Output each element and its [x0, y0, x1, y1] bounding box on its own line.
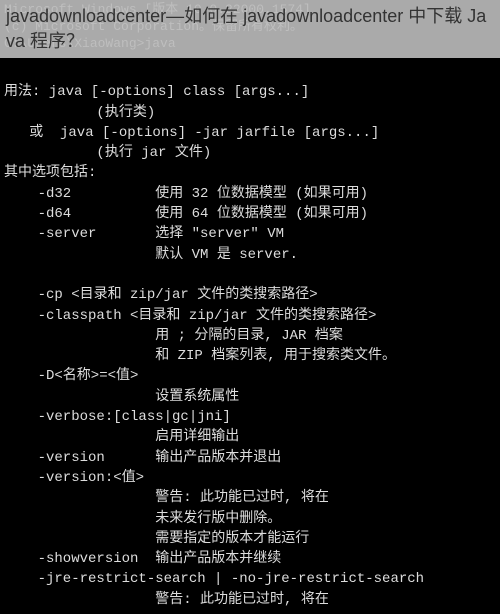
page-title: javadownloadcenter—如何在 javadownloadcente… [6, 6, 486, 51]
java-usage-line: 其中选项包括: [4, 165, 96, 181]
java-option-showversion: -showversion 输出产品版本并继续 [4, 551, 281, 567]
java-option-warning: 未来发行版中删除。 [4, 511, 281, 527]
java-usage-line: 用法: java [-options] class [args...] [4, 84, 309, 100]
terminal-output[interactable]: 用法: java [-options] class [args...] (执行类… [0, 0, 500, 614]
java-option-classpath-desc: 用 ; 分隔的目录, JAR 档案 [4, 328, 343, 344]
java-usage-line: (执行类) [4, 105, 155, 121]
java-option-warning: 警告: 此功能已过时, 将在 [4, 490, 329, 506]
java-option-version: -version 输出产品版本并退出 [4, 450, 281, 466]
java-usage-line: 或 java [-options] -jar jarfile [args...] [4, 125, 379, 141]
java-option-server: -server 选择 "server" VM [4, 226, 284, 242]
java-option-d32: -d32 使用 32 位数据模型 (如果可用) [4, 186, 368, 202]
java-option-version-val: -version:<值> [4, 470, 144, 486]
java-option-d-prop-desc: 设置系统属性 [4, 389, 239, 405]
java-usage-line: (执行 jar 文件) [4, 145, 211, 161]
java-option-classpath-desc: 和 ZIP 档案列表, 用于搜索类文件。 [4, 348, 396, 364]
java-option-d-prop: -D<名称>=<值> [4, 368, 138, 384]
java-option-warning: 警告: 此功能已过时, 将在 [4, 592, 329, 608]
java-option-verbose-desc: 启用详细输出 [4, 429, 239, 445]
java-option-server-desc: 默认 VM 是 server. [4, 247, 298, 263]
java-option-classpath: -classpath <目录和 zip/jar 文件的类搜索路径> [4, 308, 376, 324]
page-title-overlay: javadownloadcenter—如何在 javadownloadcente… [0, 0, 500, 58]
java-option-warning: 需要指定的版本才能运行 [4, 531, 309, 547]
java-option-d64: -d64 使用 64 位数据模型 (如果可用) [4, 206, 368, 222]
java-option-cp: -cp <目录和 zip/jar 文件的类搜索路径> [4, 287, 318, 303]
java-option-jre-restrict: -jre-restrict-search | -no-jre-restrict-… [4, 571, 424, 587]
java-option-verbose: -verbose:[class|gc|jni] [4, 409, 231, 425]
